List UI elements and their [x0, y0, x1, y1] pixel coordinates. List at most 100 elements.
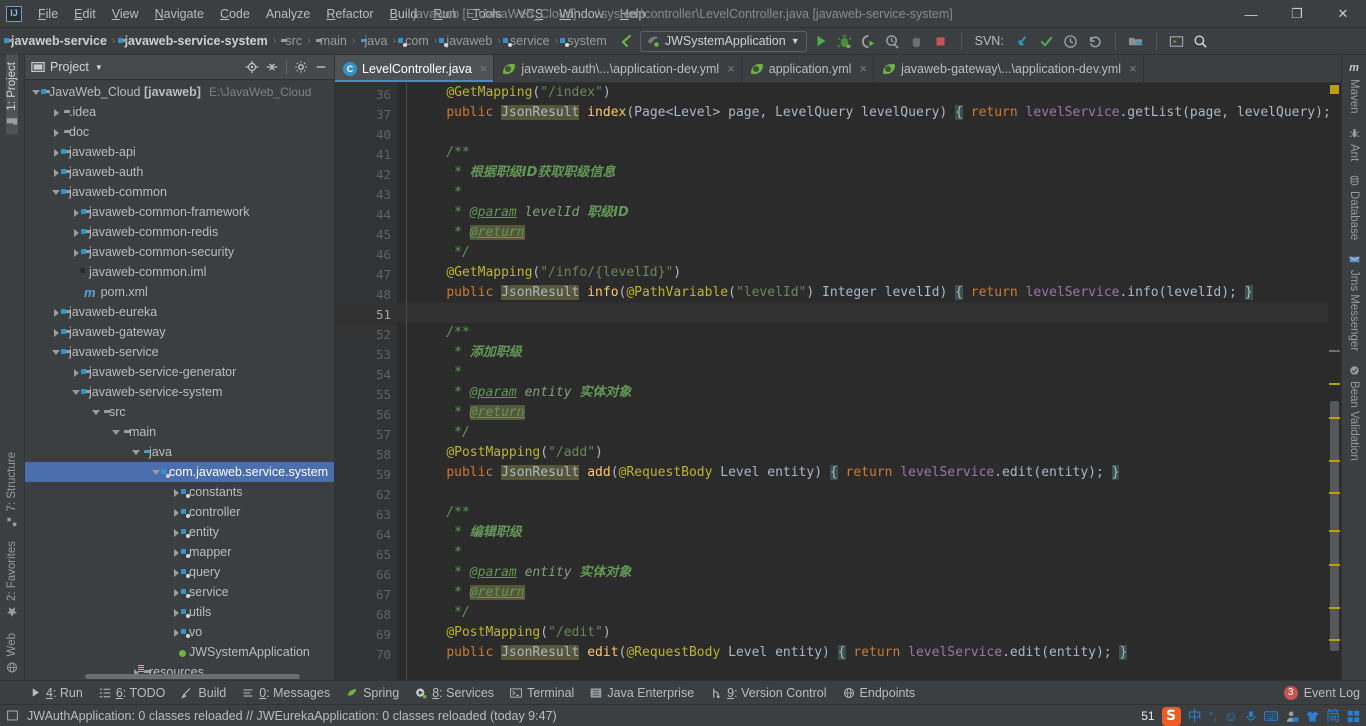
gutter-line-56[interactable]: 56 — [335, 405, 397, 425]
tree-node-javaweb-common-framework[interactable]: javaweb-common-framework — [25, 202, 334, 222]
code-line-52[interactable]: /** — [397, 323, 1328, 343]
hide-panel-icon[interactable] — [312, 58, 330, 76]
tree-node-entity[interactable]: entity — [25, 522, 334, 542]
breadcrumb-item-java[interactable]: java — [358, 32, 391, 50]
editor-code-column[interactable]: @GetMapping("/index") public JsonResult … — [397, 83, 1328, 680]
gutter-line-52[interactable]: 52− — [335, 325, 407, 345]
gutter-line-62[interactable]: 62 — [335, 485, 397, 505]
settings-gear-icon[interactable] — [292, 58, 310, 76]
code-line-58[interactable]: @PostMapping("/add") — [397, 443, 1328, 463]
chevron-down-icon[interactable] — [91, 407, 102, 418]
ime-simplified-icon[interactable]: 简 — [1326, 706, 1340, 726]
run-configuration-selector[interactable]: JWSystemApplication ▼ — [639, 30, 807, 52]
chevron-down-icon[interactable] — [111, 427, 122, 438]
ime-keyboard-icon[interactable] — [1264, 710, 1278, 722]
tree-node-javaweb-common[interactable]: javaweb-common — [25, 182, 334, 202]
run-icon[interactable] — [811, 31, 831, 51]
code-line-63[interactable]: /** — [397, 503, 1328, 523]
close-icon[interactable]: × — [859, 61, 867, 76]
event-log-label[interactable]: Event Log — [1304, 686, 1360, 700]
gutter-line-63[interactable]: 63− — [335, 505, 407, 525]
toolwindow-button-spring[interactable]: Spring — [338, 683, 407, 703]
editor-tab-0[interactable]: C LevelController.java × — [335, 55, 495, 82]
close-button[interactable]: ✕ — [1320, 0, 1366, 28]
event-log-area[interactable]: 3 Event Log — [1283, 685, 1360, 700]
code-line-40[interactable] — [397, 123, 1328, 143]
tree-node-utils[interactable]: utils — [25, 602, 334, 622]
tree-node-pom.xml[interactable]: m pom.xml — [25, 282, 334, 302]
gutter-line-64[interactable]: 64 — [335, 525, 397, 545]
svn-rollback-icon[interactable] — [1085, 31, 1105, 51]
gutter-line-41[interactable]: 41− — [335, 145, 407, 165]
code-line-64[interactable]: * 编辑职级 — [397, 523, 1328, 543]
minimize-button[interactable]: — — [1228, 0, 1274, 28]
svn-commit-icon[interactable] — [1037, 31, 1057, 51]
code-line-55[interactable]: * @param entity 实体对象 — [397, 383, 1328, 403]
tree-node-javaweb-gateway[interactable]: javaweb-gateway — [25, 322, 334, 342]
menu-item-run[interactable]: Run — [425, 3, 464, 25]
gutter-line-57[interactable]: 57− — [335, 424, 407, 445]
code-line-44[interactable]: * @param levelId 职级ID — [397, 203, 1328, 223]
editor-marker-track[interactable] — [1328, 83, 1341, 680]
gutter-line-69[interactable]: 69 — [335, 625, 397, 645]
project-structure-icon[interactable] — [1126, 31, 1146, 51]
editor-tab-1[interactable]: javaweb-auth\...\application-dev.yml × — [494, 55, 742, 82]
gutter-line-59[interactable]: 59+ — [335, 465, 407, 485]
ime-user-icon[interactable] — [1285, 710, 1299, 723]
code-line-43[interactable]: * — [397, 183, 1328, 203]
sidebar-item-jms-messenger[interactable]: Jms Messenger — [1348, 247, 1360, 358]
gutter-line-43[interactable]: 43 — [335, 185, 397, 205]
toolwindow-button-6--todo[interactable]: 6: TODO — [91, 683, 174, 703]
chevron-right-icon[interactable] — [51, 127, 62, 138]
gutter-line-40[interactable]: 40 — [335, 125, 397, 145]
scrollbar-thumb[interactable] — [85, 674, 300, 679]
breadcrumb-item-system[interactable]: system — [560, 32, 610, 50]
code-line-56[interactable]: * @return — [397, 403, 1328, 423]
gutter-line-45[interactable]: 45 — [335, 225, 397, 245]
tree-node-doc[interactable]: doc — [25, 122, 334, 142]
gutter-line-36[interactable]: 36 — [335, 85, 397, 105]
code-line-62[interactable] — [397, 483, 1328, 503]
tree-node-com.javaweb.service.system[interactable]: com.javaweb.service.system — [25, 462, 334, 482]
menu-item-refactor[interactable]: Refactor — [318, 3, 381, 25]
code-line-51[interactable] — [397, 303, 1328, 323]
tree-node-main[interactable]: main — [25, 422, 334, 442]
svn-update-icon[interactable] — [1013, 31, 1033, 51]
breadcrumb-item-javaweb-service-system[interactable]: javaweb-service-system — [117, 32, 271, 50]
menu-item-view[interactable]: View — [104, 3, 147, 25]
menu-item-analyze[interactable]: Analyze — [258, 3, 318, 25]
chevron-right-icon[interactable] — [51, 107, 62, 118]
breadcrumb-item-src[interactable]: src — [278, 32, 305, 50]
profiler-icon[interactable] — [883, 31, 903, 51]
ime-skin-icon[interactable] — [1306, 710, 1319, 723]
close-icon[interactable]: × — [1129, 61, 1137, 76]
attach-process-icon[interactable] — [907, 31, 927, 51]
menu-item-navigate[interactable]: Navigate — [147, 3, 212, 25]
terminal-icon[interactable] — [1167, 31, 1187, 51]
tree-node-javaweb-service[interactable]: javaweb-service — [25, 342, 334, 362]
tree-node-JWSystemApplication[interactable]: JWSystemApplication — [25, 642, 334, 662]
menu-item-window[interactable]: Window — [551, 3, 611, 25]
tree-node-controller[interactable]: controller — [25, 502, 334, 522]
tree-node-javaweb-service-system[interactable]: javaweb-service-system — [25, 382, 334, 402]
menu-item-vcs[interactable]: VCS — [510, 3, 552, 25]
tree-node-javaweb-auth[interactable]: javaweb-auth — [25, 162, 334, 182]
tree-node-src[interactable]: src — [25, 402, 334, 422]
code-line-36[interactable]: @GetMapping("/index") — [397, 83, 1328, 103]
gutter-line-54[interactable]: 54 — [335, 365, 397, 385]
toolwindow-button-java-enterprise[interactable]: Java Enterprise — [582, 683, 702, 703]
code-line-59[interactable]: public JsonResult add(@RequestBody Level… — [397, 463, 1328, 483]
breadcrumb-item-javaweb[interactable]: javaweb — [439, 32, 495, 50]
sidebar-item-structure[interactable]: 7: Structure — [6, 445, 18, 534]
tree-node-java[interactable]: java — [25, 442, 334, 462]
gutter-line-47[interactable]: 47 — [335, 265, 397, 285]
tree-node-javaweb-api[interactable]: javaweb-api — [25, 142, 334, 162]
menu-item-help[interactable]: Help — [612, 3, 654, 25]
toolwindow-button-8--services[interactable]: 8: Services — [407, 683, 502, 703]
code-line-65[interactable]: * — [397, 543, 1328, 563]
project-tree-hscrollbar[interactable] — [25, 673, 334, 680]
code-line-45[interactable]: * @return — [397, 223, 1328, 243]
code-line-69[interactable]: @PostMapping("/edit") — [397, 623, 1328, 643]
tree-node-mapper[interactable]: mapper — [25, 542, 334, 562]
close-icon[interactable]: × — [480, 61, 488, 76]
